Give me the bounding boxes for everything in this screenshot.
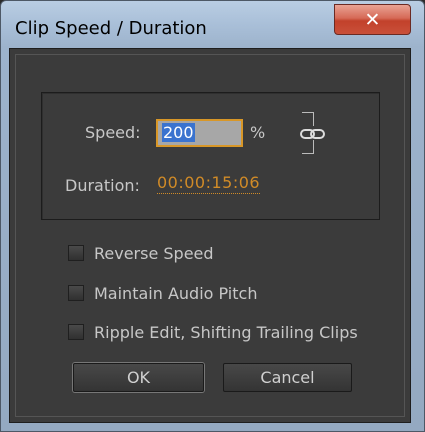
maintain-audio-pitch-label[interactable]: Maintain Audio Pitch xyxy=(94,284,257,303)
cancel-button[interactable]: Cancel xyxy=(223,363,352,392)
reverse-speed-checkbox[interactable] xyxy=(68,245,84,261)
ok-button[interactable]: OK xyxy=(73,363,204,392)
close-button[interactable]: ✕ xyxy=(334,4,411,35)
reverse-speed-label[interactable]: Reverse Speed xyxy=(94,244,214,263)
ripple-edit-label[interactable]: Ripple Edit, Shifting Trailing Clips xyxy=(94,323,358,342)
ok-button-label: OK xyxy=(126,368,151,387)
speed-input[interactable]: 200 xyxy=(156,119,243,147)
maintain-audio-pitch-checkbox[interactable] xyxy=(68,285,84,301)
dialog-body: Speed: 200 % Duration: 00:00:15:06 Rever… xyxy=(9,48,411,423)
chain-link-icon[interactable] xyxy=(298,126,328,140)
close-icon: ✕ xyxy=(364,8,381,31)
ripple-edit-checkbox[interactable] xyxy=(68,324,84,340)
duration-value[interactable]: 00:00:15:06 xyxy=(157,173,261,194)
cancel-button-label: Cancel xyxy=(260,368,315,387)
speed-label: Speed: xyxy=(85,123,141,142)
speed-value: 200 xyxy=(162,123,195,142)
dialog-window: Clip Speed / Duration ✕ Speed: 200 % Dur… xyxy=(0,0,425,432)
window-title: Clip Speed / Duration xyxy=(15,18,207,39)
duration-label: Duration: xyxy=(65,176,140,195)
speed-unit: % xyxy=(250,123,266,142)
speed-duration-group xyxy=(41,92,380,220)
